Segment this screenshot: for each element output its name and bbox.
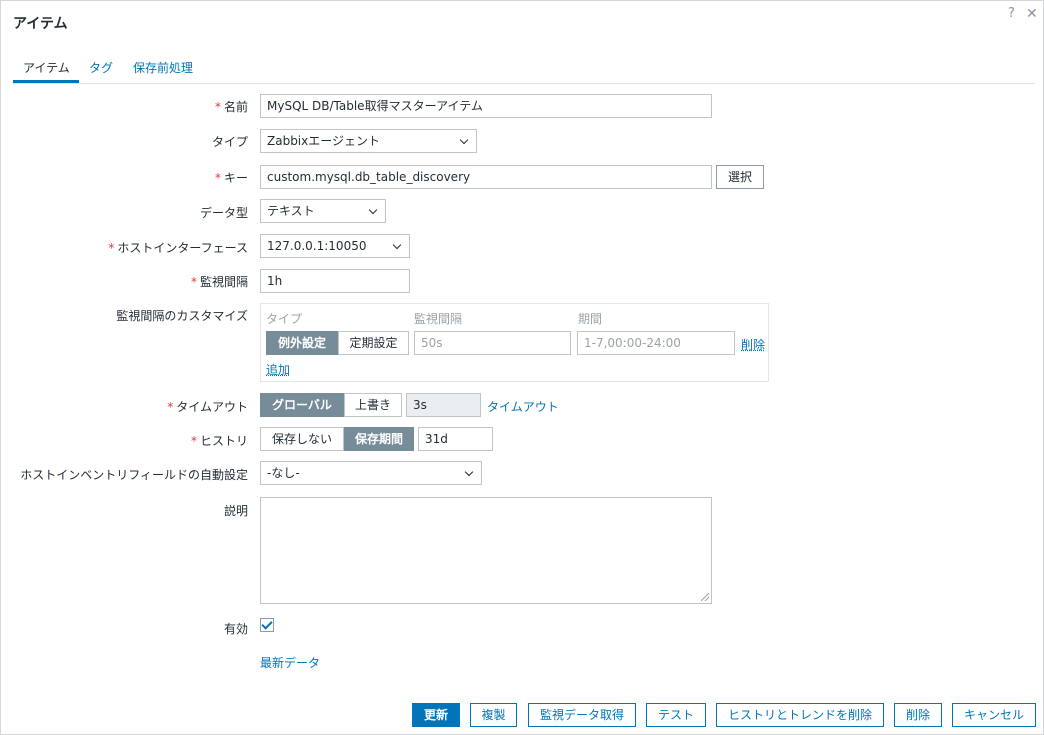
- close-icon[interactable]: ✕: [1026, 6, 1038, 22]
- data-type-select[interactable]: テキスト: [260, 199, 386, 223]
- name-input[interactable]: MySQL DB/Table取得マスターアイテム: [260, 94, 712, 118]
- active-tab-indicator: [13, 80, 79, 83]
- latest-data-link[interactable]: 最新データ: [260, 654, 320, 671]
- key-label: * キー: [214, 171, 248, 185]
- col-period-header: 期間: [578, 312, 603, 326]
- custom-intervals-label: 監視間隔のカスタマイズ: [116, 309, 248, 323]
- clone-button[interactable]: 複製: [470, 703, 517, 727]
- host-interface-label: * ホストインターフェース: [108, 241, 248, 255]
- custom-period-input[interactable]: 1-7,00:00-24:00: [577, 331, 735, 355]
- add-interval-link[interactable]: 追加: [266, 361, 290, 378]
- custom-interval-input[interactable]: 50s: [414, 331, 571, 355]
- key-input[interactable]: custom.mysql.db_table_discovery: [260, 165, 712, 189]
- description-textarea[interactable]: [260, 497, 712, 604]
- host-interface-select[interactable]: 127.0.0.1:10050: [260, 234, 410, 258]
- timeout-link[interactable]: タイムアウト: [487, 398, 559, 415]
- interval-input[interactable]: 1h: [260, 269, 410, 293]
- history-period-segment[interactable]: 保存期間: [344, 427, 414, 451]
- timeout-label: * タイムアウト: [167, 400, 248, 414]
- get-value-button[interactable]: 監視データ取得: [528, 703, 636, 727]
- data-type-label: データ型: [199, 206, 248, 220]
- description-label: 説明: [223, 504, 248, 518]
- test-button[interactable]: テスト: [646, 703, 706, 727]
- type-select[interactable]: Zabbixエージェント: [260, 129, 477, 153]
- enabled-label: 有効: [223, 622, 248, 636]
- item-dialog: アイテム ? ✕ アイテム タグ 保存前処理 * 名前 MySQL DB/Tabl…: [0, 0, 1044, 735]
- tab-item[interactable]: アイテム: [23, 59, 70, 76]
- dialog-title: アイテム: [13, 16, 68, 32]
- tab-preprocessing[interactable]: 保存前処理: [133, 59, 193, 76]
- type-label: タイプ: [211, 135, 248, 149]
- tab-tags[interactable]: タグ: [89, 59, 113, 76]
- clear-history-button[interactable]: ヒストリとトレンドを削除: [716, 703, 884, 727]
- interval-label: * 監視間隔: [190, 275, 248, 289]
- name-label: * 名前: [214, 100, 248, 114]
- history-none-segment[interactable]: 保存しない: [260, 427, 344, 451]
- timeout-override-segment[interactable]: 上書き: [344, 393, 402, 417]
- enabled-checkbox[interactable]: [260, 618, 274, 632]
- scheduling-segment[interactable]: 定期設定: [338, 331, 409, 355]
- help-icon[interactable]: ?: [1008, 6, 1015, 21]
- col-interval-header: 監視間隔: [414, 312, 463, 326]
- key-select-button[interactable]: 選択: [716, 165, 764, 189]
- col-type-header: タイプ: [266, 312, 303, 326]
- inventory-label: ホストインベントリフィールドの自動設定: [20, 468, 248, 482]
- history-label: * ヒストリ: [190, 434, 248, 448]
- cancel-button[interactable]: キャンセル: [952, 703, 1036, 727]
- remove-interval-link[interactable]: 削除: [741, 336, 765, 353]
- history-input[interactable]: 31d: [418, 427, 493, 451]
- delete-button[interactable]: 削除: [894, 703, 942, 727]
- timeout-global-segment[interactable]: グローバル: [260, 393, 344, 417]
- resize-grip-icon[interactable]: [701, 593, 709, 601]
- update-button[interactable]: 更新: [412, 703, 460, 727]
- inventory-select[interactable]: -なし-: [260, 461, 482, 485]
- tab-bar: アイテム タグ 保存前処理: [13, 51, 1035, 84]
- timeout-input: 3s: [406, 393, 481, 417]
- flexible-segment[interactable]: 例外設定: [266, 331, 338, 355]
